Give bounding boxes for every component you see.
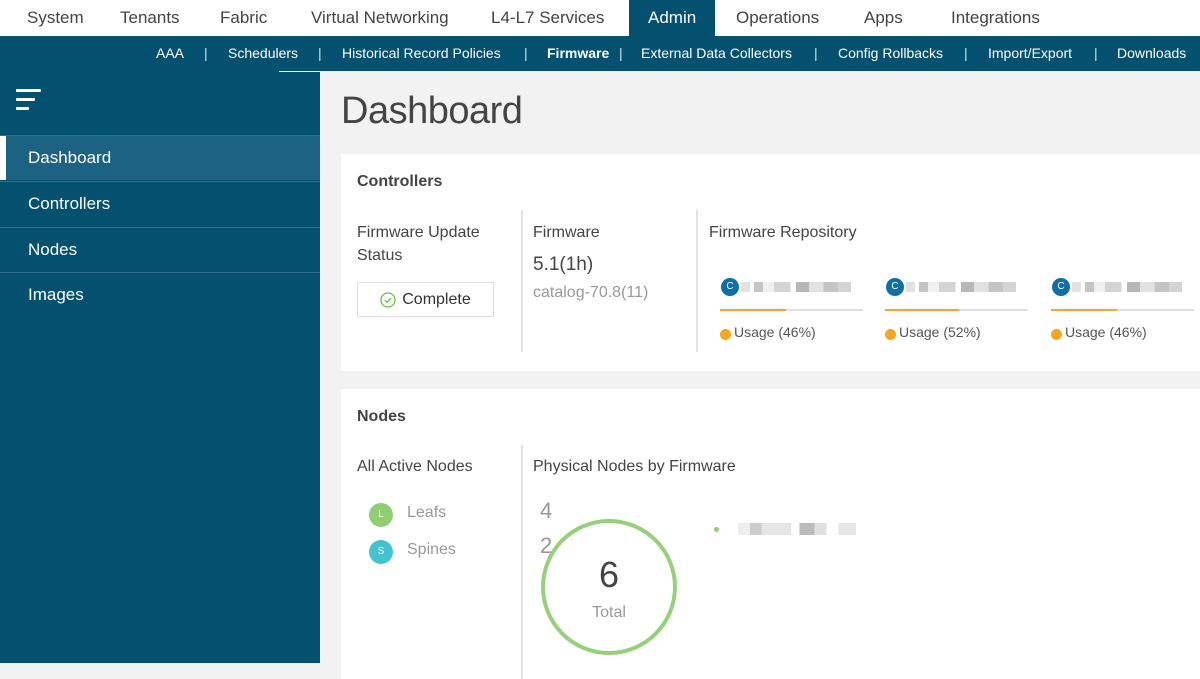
page-title: Dashboard [341,90,523,132]
redacted-controller-name [1072,282,1182,292]
tab-integrations[interactable]: Integrations [951,0,1040,36]
donut-total-value: 6 [598,554,620,595]
subnav-aaa[interactable]: AAA [156,36,184,70]
tab-admin[interactable]: Admin [629,0,716,36]
subnav-separator: | [1094,45,1098,61]
subnav-separator: | [964,45,968,61]
redacted-firmware-version [738,523,856,535]
usage-bar [720,309,863,311]
spine-badge-icon: S [369,540,393,564]
tab-operations[interactable]: Operations [736,0,819,36]
tab-system[interactable]: System [27,0,84,36]
controllers-card-title: Controllers [357,173,443,190]
usage-bar [885,309,1028,311]
usage-bar-fill [885,309,960,311]
firmware-legend-dot-icon [714,527,719,532]
legend-spines-label: Spines [407,541,456,558]
tab-l4-l7-services[interactable]: L4-L7 Services [491,0,604,36]
subnav-firmware[interactable]: Firmware [547,36,609,70]
column-divider [696,210,698,352]
subnav-schedulers[interactable]: Schedulers [228,36,298,70]
sidebar-item-nodes[interactable]: Nodes [0,227,320,272]
usage-label: Usage (46%) [734,324,816,340]
sidebar: Dashboard Controllers Nodes Images [0,72,320,663]
subnav-separator: | [318,45,322,61]
subnav-import-export[interactable]: Import/Export [988,36,1072,70]
legend-leafs-label: Leafs [407,504,447,521]
physical-nodes-by-firmware-label: Physical Nodes by Firmware [533,458,736,475]
donut-total-label: Total [592,604,626,621]
sidebar-item-controllers[interactable]: Controllers [0,181,320,226]
tab-fabric[interactable]: Fabric [220,0,267,36]
controllers-card: Controllers Firmware Update Status Compl… [341,154,1200,371]
repository-item[interactable]: C Usage (46%) [1041,276,1194,346]
top-nav: System Tenants Fabric Virtual Networking… [0,0,1200,36]
subnav-separator: | [619,45,623,61]
repository-item[interactable]: C Usage (46%) [710,276,863,346]
subnav-external-data-collectors[interactable]: External Data Collectors [641,36,792,70]
usage-bar-fill [720,309,786,311]
nodes-card-title: Nodes [357,408,406,425]
check-circle-icon [380,291,396,308]
subnav-separator: | [814,45,818,61]
sub-nav: AAA | Schedulers | Historical Record Pol… [0,36,1200,71]
repository-item[interactable]: C Usage (52%) [875,276,1028,346]
sidebar-item-dashboard[interactable]: Dashboard [0,135,320,180]
usage-label: Usage (52%) [899,324,981,340]
tab-virtual-networking[interactable]: Virtual Networking [311,0,449,36]
sidebar-item-images[interactable]: Images [0,272,320,317]
subnav-historical-record-policies[interactable]: Historical Record Policies [342,36,501,70]
firmware-version: 5.1(1h) [533,254,594,275]
subnav-downloads[interactable]: Downloads [1117,36,1186,70]
leaf-badge-icon: L [369,503,393,527]
firmware-catalog: catalog-70.8(11) [533,284,649,301]
usage-label: Usage (46%) [1065,324,1147,340]
usage-bar-fill [1051,309,1117,311]
all-active-nodes-label: All Active Nodes [357,458,473,475]
firmware-label: Firmware [533,224,600,241]
subnav-separator: | [204,45,208,61]
usage-dot-icon [1051,329,1062,340]
tab-apps[interactable]: Apps [864,0,903,36]
nodes-card: Nodes All Active Nodes L Leafs S Spines … [341,389,1200,679]
redacted-controller-name [741,282,851,292]
hamburger-menu-icon[interactable] [16,89,42,113]
firmware-update-status-value: Complete [402,290,471,308]
usage-bar [1051,309,1194,311]
subnav-separator: | [524,45,528,61]
column-divider [521,445,523,679]
firmware-update-status-button[interactable]: Complete [357,282,494,317]
subnav-config-rollbacks[interactable]: Config Rollbacks [838,36,943,70]
firmware-update-status-label: Firmware Update Status [357,224,480,264]
redacted-controller-name [906,282,1016,292]
usage-dot-icon [720,329,731,340]
column-divider [521,210,523,352]
controller-badge: C [721,278,739,296]
usage-dot-icon [885,329,896,340]
tab-tenants[interactable]: Tenants [120,0,180,36]
firmware-repository-label: Firmware Repository [709,224,857,241]
controller-badge: C [886,278,904,296]
main-content: Dashboard Controllers Firmware Update St… [320,72,1200,679]
controller-badge: C [1052,278,1070,296]
